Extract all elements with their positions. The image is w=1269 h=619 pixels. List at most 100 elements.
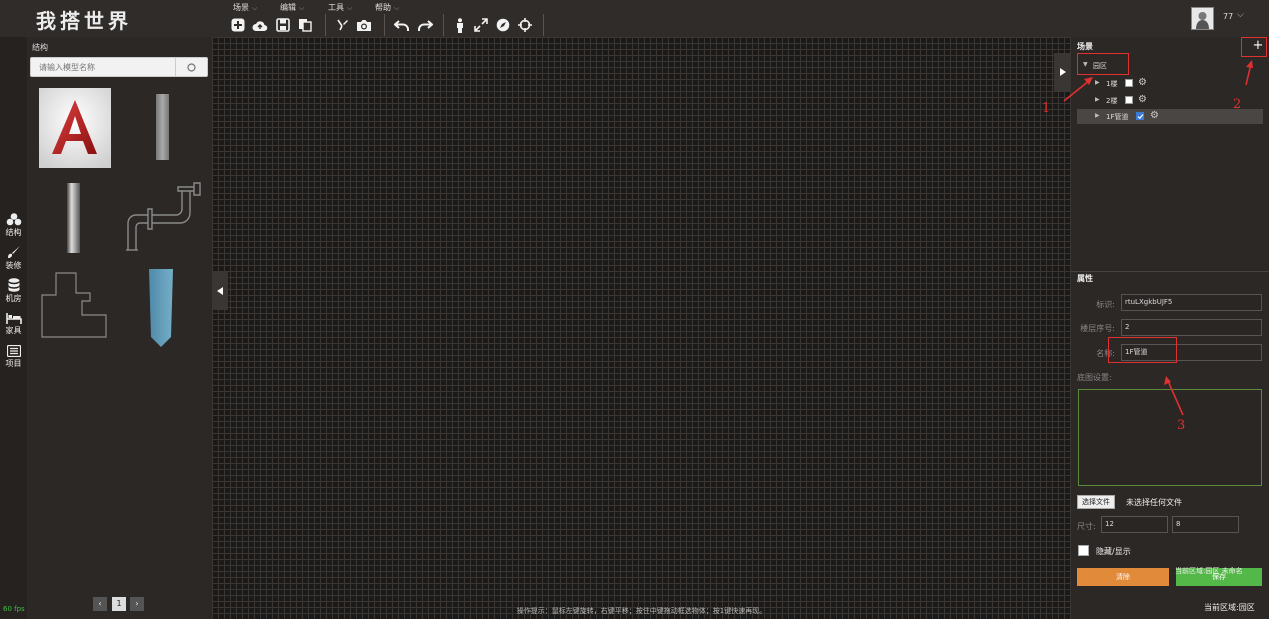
chevron-down-icon[interactable]: ⌵ [1237, 10, 1244, 20]
collapse-right-panel-button[interactable] [1054, 53, 1071, 91]
save-icon[interactable] [274, 16, 292, 34]
visibility-checkbox[interactable] [1125, 79, 1133, 87]
toolbar-divider [543, 14, 544, 36]
choose-file-button[interactable]: 选择文件 [1077, 495, 1115, 509]
rail-item-furniture[interactable]: 家具 [0, 313, 27, 336]
fullscreen-icon[interactable] [472, 16, 490, 34]
menu-help[interactable]: 帮助 ⌵ [375, 2, 399, 13]
rail-item-label: 项目 [5, 359, 22, 368]
tree-node-label: 1F管道 [1106, 113, 1129, 121]
zone-tooltip: 当前区域:园区 未命名 [1175, 567, 1243, 575]
cloud-upload-icon[interactable] [251, 16, 269, 34]
rail-item-server-room[interactable]: 机房 [0, 278, 27, 304]
camera-icon[interactable] [355, 16, 373, 34]
triangle-right-icon [1059, 68, 1066, 76]
toolbar-divider [325, 14, 326, 36]
column-model-thumbnail [156, 94, 169, 160]
rail-item-label: 家具 [5, 326, 22, 335]
cylinder-model-thumbnail [67, 183, 80, 253]
annotation-number-1: 1 [1042, 101, 1051, 116]
menu-scene[interactable]: 场景 ⌵ [233, 2, 257, 13]
model-thumb-cylinder[interactable] [39, 177, 111, 257]
rail-item-label: 装修 [5, 261, 22, 270]
hide-show-label: 隐藏/显示 [1096, 547, 1131, 556]
library-title: 结构 [32, 43, 48, 52]
rail-item-label: 结构 [5, 228, 22, 237]
gear-icon[interactable]: ⚙ [1138, 77, 1147, 88]
size-label: 尺寸: [1077, 522, 1096, 531]
size-width-field[interactable]: 12 [1101, 516, 1168, 533]
annotation-box-1 [1077, 53, 1129, 75]
collapse-left-panel-button[interactable] [212, 272, 228, 310]
database-icon [8, 278, 19, 292]
list-icon [6, 345, 21, 357]
bed-icon [5, 313, 22, 324]
search-button[interactable] [175, 58, 207, 76]
compass-icon[interactable] [494, 16, 512, 34]
caret-right-icon[interactable]: ▶ [1095, 79, 1100, 86]
floorplan-preview[interactable] [1078, 389, 1262, 486]
tree-node-label: 2楼 [1106, 97, 1118, 105]
gear-icon[interactable]: ⚙ [1150, 110, 1159, 121]
add-icon[interactable] [229, 16, 247, 34]
menu-tools[interactable]: 工具 ⌵ [328, 2, 352, 13]
clear-button[interactable]: 清除 [1077, 568, 1169, 586]
caret-right-icon[interactable]: ▶ [1095, 96, 1100, 103]
person-icon[interactable] [451, 16, 469, 34]
undo-icon[interactable] [393, 16, 411, 34]
visibility-checkbox-checked[interactable] [1136, 112, 1144, 120]
search-icon [187, 62, 196, 72]
page-number[interactable]: 1 [112, 597, 126, 611]
tree-node-floor1[interactable]: ▶ 1楼 ⚙ [1077, 76, 1263, 91]
hide-show-checkbox[interactable] [1078, 545, 1089, 556]
annotation-box-2 [1241, 37, 1267, 57]
model-thumb-column[interactable] [127, 88, 199, 168]
pipe-model-thumbnail [126, 182, 201, 251]
current-zone-status: 当前区域:园区 [1204, 603, 1255, 612]
id-field[interactable]: rtuLXgkbUJF5 [1121, 294, 1262, 311]
floor-index-field[interactable]: 2 [1121, 319, 1262, 336]
copy-icon[interactable] [296, 16, 314, 34]
floorplan-label: 底图设置: [1077, 373, 1112, 382]
divider [1071, 271, 1269, 272]
rail-item-label: 机房 [5, 294, 22, 303]
rail-item-structure[interactable]: 结构 [0, 213, 27, 238]
scene-title: 场景 [1077, 42, 1093, 51]
visibility-checkbox[interactable] [1125, 96, 1133, 104]
annotation-box-3 [1108, 337, 1177, 363]
chevron-right-icon[interactable]: › [130, 597, 144, 611]
app-window: 我搭世界 场景 ⌵ 编辑 ⌵ 工具 ⌵ 帮助 ⌵ 77 ⌵ 结构 装修 机房 家… [0, 0, 1269, 619]
id-label: 标识: [1096, 300, 1115, 309]
center-icon[interactable] [516, 16, 534, 34]
panel-model-thumbnail [149, 269, 173, 347]
properties-title: 属性 [1077, 274, 1093, 283]
toolbar-divider [443, 14, 444, 36]
model-thumb-text[interactable] [39, 88, 111, 168]
menu-tools-label: 工具 [328, 3, 344, 12]
3d-viewport[interactable] [212, 37, 1071, 619]
gear-icon[interactable]: ⚙ [1138, 94, 1147, 105]
chevron-down-icon: ⌵ [394, 4, 400, 12]
model-thumb-panel[interactable] [127, 267, 199, 347]
caret-right-icon[interactable]: ▶ [1095, 112, 1100, 119]
chevron-left-icon[interactable]: ‹ [93, 597, 107, 611]
floor-model-thumbnail [41, 272, 107, 338]
brush-icon[interactable] [333, 16, 351, 34]
fps-counter: 60 fps [3, 605, 25, 613]
rail-item-project[interactable]: 项目 [0, 345, 27, 369]
rail-item-decoration[interactable]: 装修 [0, 246, 27, 271]
menu-edit[interactable]: 编辑 ⌵ [280, 2, 304, 13]
user-name[interactable]: 77 [1223, 12, 1233, 21]
library-search [30, 57, 208, 77]
size-height-field[interactable]: 8 [1172, 516, 1239, 533]
redo-icon[interactable] [416, 16, 434, 34]
avatar[interactable] [1191, 7, 1214, 30]
search-input[interactable] [31, 58, 176, 76]
model-library-panel: 结构 请输入模型名称 ‹ 1 › [27, 37, 212, 619]
model-thumb-floor[interactable] [39, 267, 111, 347]
menu-edit-label: 编辑 [280, 3, 296, 12]
chevron-down-icon: ⌵ [299, 4, 305, 12]
triangle-left-icon [217, 287, 223, 295]
brush-icon [7, 246, 20, 258]
model-thumb-pipe[interactable] [122, 177, 207, 257]
